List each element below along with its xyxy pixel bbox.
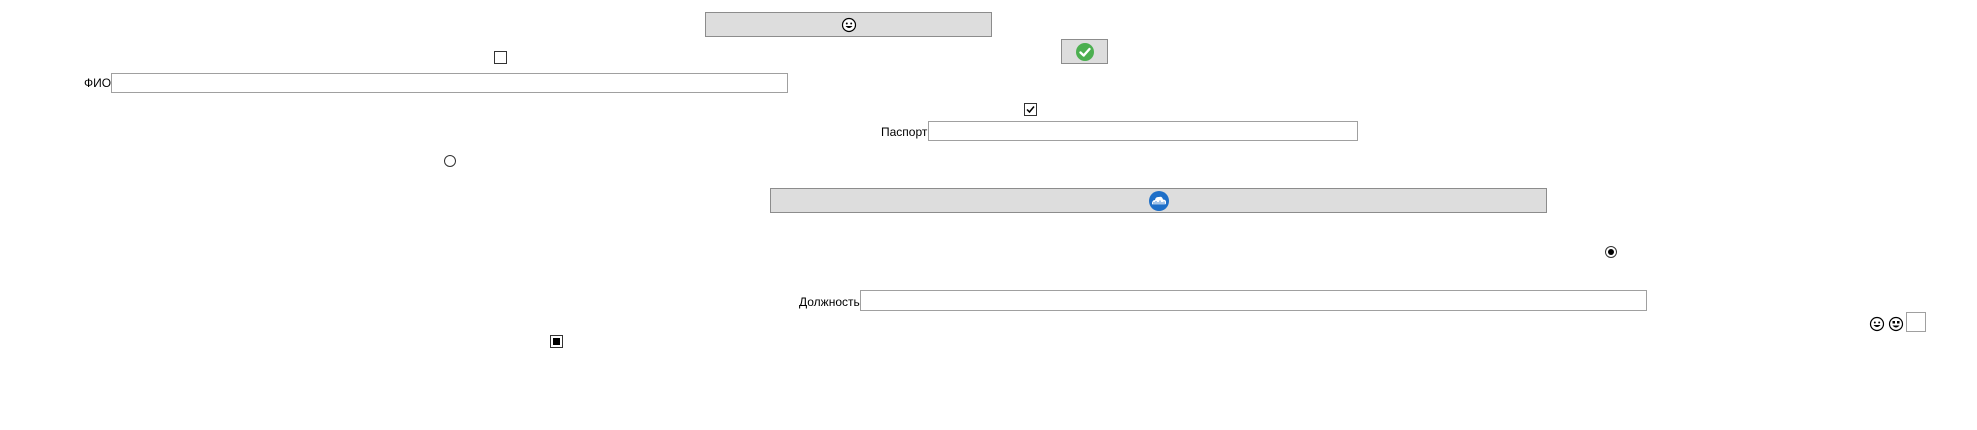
small-field[interactable] (1906, 312, 1926, 332)
emoji-button-top[interactable] (705, 12, 992, 37)
radio-dot (1608, 249, 1614, 255)
grinning-face-icon (841, 17, 857, 33)
blue-cloud-icon (1148, 190, 1170, 212)
confirm-button[interactable] (1061, 39, 1108, 64)
indeterminate-mark (553, 338, 560, 345)
position-label: Должность (799, 295, 860, 309)
checkbox-bottom[interactable] (550, 335, 563, 348)
fio-field[interactable] (111, 73, 788, 93)
position-field[interactable] (860, 290, 1647, 311)
fio-label: ФИО (84, 76, 112, 90)
cloud-button[interactable] (770, 188, 1547, 213)
checkmark-icon (1026, 106, 1035, 114)
grinning-face-icon[interactable] (1869, 316, 1885, 332)
green-checkmark-icon (1075, 42, 1095, 62)
passport-label: Паспорт (881, 125, 928, 139)
smiley-face-icon[interactable] (1888, 316, 1904, 332)
radio-left[interactable] (444, 155, 456, 167)
checkbox-passport[interactable] (1024, 103, 1037, 116)
radio-right[interactable] (1605, 246, 1617, 258)
checkbox-top[interactable] (494, 51, 507, 64)
passport-field[interactable] (928, 121, 1358, 141)
